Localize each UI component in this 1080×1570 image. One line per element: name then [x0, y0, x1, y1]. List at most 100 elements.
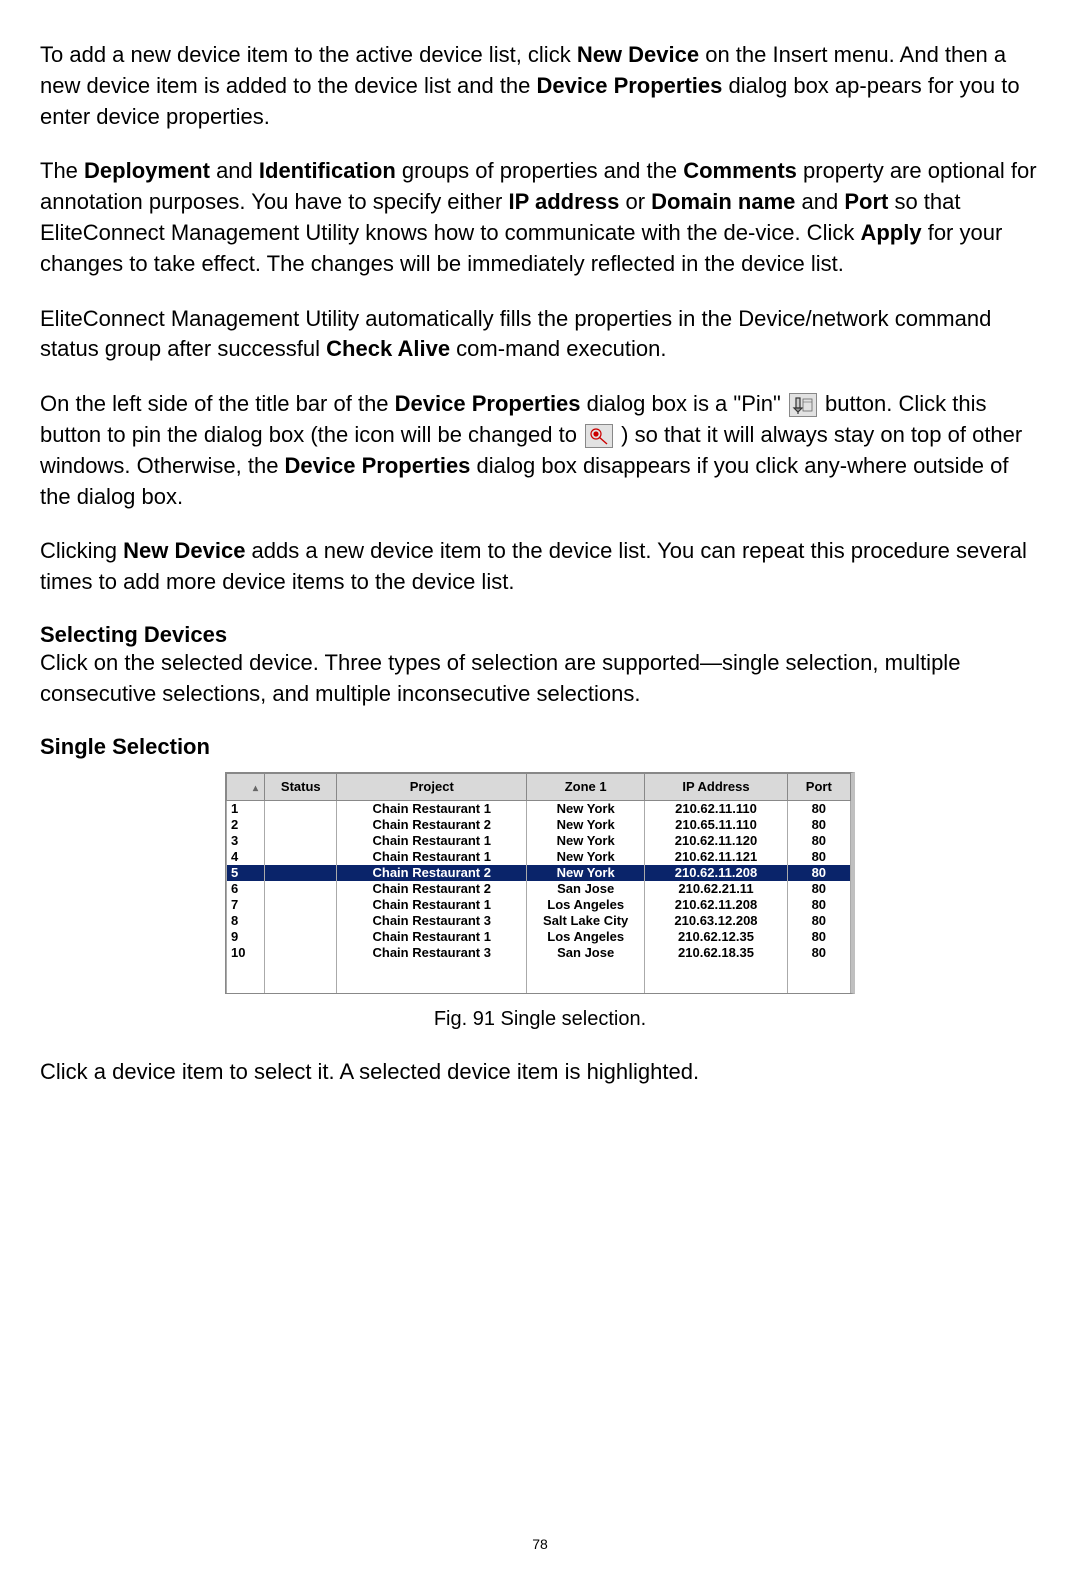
cell-port: 80: [787, 800, 850, 817]
table-row[interactable]: 8Chain Restaurant 3Salt Lake City210.63.…: [227, 913, 851, 929]
table-row[interactable]: 4 Chain Restaurant 1New York210.62.11.121…: [227, 849, 851, 865]
col-status[interactable]: Status: [265, 773, 337, 800]
col-index[interactable]: ▴: [227, 773, 265, 800]
device-table[interactable]: ▴ Status Project Zone 1 IP Address Port …: [225, 772, 855, 994]
text: The: [40, 158, 84, 183]
cell-blank: [787, 977, 850, 993]
cell-port: 80: [787, 881, 850, 897]
cell-zone: San Jose: [527, 945, 645, 961]
bold-device-properties: Device Properties: [537, 73, 723, 98]
bold-new-device-2: New Device: [123, 538, 245, 563]
paragraph-click-to-select: Click a device item to select it. A sele…: [40, 1057, 1040, 1088]
table-row[interactable]: 5Chain Restaurant 2New York210.62.11.208…: [227, 865, 851, 881]
cell-zone: New York: [527, 817, 645, 833]
cell-status: [265, 865, 337, 881]
cell-blank: [787, 961, 850, 977]
text: and: [795, 189, 844, 214]
cell-index: 6: [227, 881, 265, 897]
cell-status: [265, 913, 337, 929]
bold-new-device: New Device: [577, 42, 699, 67]
cell-ip: 210.62.11.121: [645, 849, 787, 865]
cell-zone: New York: [527, 833, 645, 849]
cell-ip: 210.62.11.208: [645, 897, 787, 913]
cell-ip: 210.62.11.120: [645, 833, 787, 849]
col-project[interactable]: Project: [337, 773, 527, 800]
cell-project: Chain Restaurant 2: [337, 817, 527, 833]
cell-port: 80: [787, 865, 850, 881]
bold-ip-address: IP address: [508, 189, 619, 214]
cell-index: 1: [227, 800, 265, 817]
cell-port: 80: [787, 849, 850, 865]
cell-port: 80: [787, 897, 850, 913]
cell-zone: Los Angeles: [527, 929, 645, 945]
col-ip-address[interactable]: IP Address: [645, 773, 787, 800]
pinned-icon: [585, 424, 613, 448]
cell-project: Chain Restaurant 1: [337, 849, 527, 865]
cell-port: 80: [787, 817, 850, 833]
table-row[interactable]: 2Chain Restaurant 2New York210.65.11.110…: [227, 817, 851, 833]
cell-index: 4: [227, 849, 265, 865]
cell-blank: [645, 977, 787, 993]
bold-device-properties-3: Device Properties: [285, 453, 471, 478]
text: dialog box is a "Pin": [581, 391, 787, 416]
cell-index: 9: [227, 929, 265, 945]
cell-port: 80: [787, 929, 850, 945]
table-row[interactable]: 10 Chain Restaurant 3San Jose210.62.18.35…: [227, 945, 851, 961]
cell-project: Chain Restaurant 3: [337, 945, 527, 961]
cell-ip: 210.62.11.208: [645, 865, 787, 881]
cell-zone: New York: [527, 849, 645, 865]
text: To add a new device item to the active d…: [40, 42, 577, 67]
bold-apply: Apply: [860, 220, 921, 245]
heading-selecting-devices: Selecting Devices: [40, 622, 1040, 648]
table-row[interactable]: 9Chain Restaurant 1Los Angeles210.62.12.…: [227, 929, 851, 945]
bold-port: Port: [844, 189, 888, 214]
cell-ip: 210.63.12.208: [645, 913, 787, 929]
text: or: [619, 189, 651, 214]
page-number: 78: [0, 1536, 1080, 1552]
cell-blank: [527, 977, 645, 993]
cell-blank: [227, 961, 265, 977]
cell-status: [265, 800, 337, 817]
cell-project: Chain Restaurant 1: [337, 800, 527, 817]
col-port[interactable]: Port: [787, 773, 850, 800]
cell-zone: New York: [527, 800, 645, 817]
cell-project: Chain Restaurant 2: [337, 865, 527, 881]
cell-index: 2: [227, 817, 265, 833]
bold-check-alive: Check Alive: [326, 336, 450, 361]
table-row[interactable]: 6Chain Restaurant 2San Jose210.62.21.118…: [227, 881, 851, 897]
bold-identification: Identification: [259, 158, 396, 183]
cell-index: 10: [227, 945, 265, 961]
cell-blank: [527, 961, 645, 977]
table-row-blank: [227, 977, 851, 993]
paragraph-selection-types: Click on the selected device. Three type…: [40, 648, 1040, 710]
paragraph-check-alive: EliteConnect Management Utility automati…: [40, 304, 1040, 366]
cell-ip: 210.62.12.35: [645, 929, 787, 945]
table-header-row[interactable]: ▴ Status Project Zone 1 IP Address Port: [227, 773, 851, 800]
bold-device-properties-2: Device Properties: [395, 391, 581, 416]
cell-zone: New York: [527, 865, 645, 881]
bold-deployment: Deployment: [84, 158, 210, 183]
cell-blank: [265, 977, 337, 993]
cell-project: Chain Restaurant 2: [337, 881, 527, 897]
cell-blank: [227, 977, 265, 993]
text: On the left side of the title bar of the: [40, 391, 395, 416]
cell-index: 8: [227, 913, 265, 929]
cell-ip: 210.62.18.35: [645, 945, 787, 961]
cell-port: 80: [787, 945, 850, 961]
cell-blank: [645, 961, 787, 977]
col-zone[interactable]: Zone 1: [527, 773, 645, 800]
cell-zone: Salt Lake City: [527, 913, 645, 929]
cell-status: [265, 897, 337, 913]
cell-status: [265, 881, 337, 897]
table-row[interactable]: 3Chain Restaurant 1New York210.62.11.120…: [227, 833, 851, 849]
figure-caption: Fig. 91 Single selection.: [40, 1008, 1040, 1031]
paragraph-add-device: To add a new device item to the active d…: [40, 40, 1040, 132]
table-row-blank: [227, 961, 851, 977]
cell-index: 7: [227, 897, 265, 913]
heading-single-selection: Single Selection: [40, 734, 1040, 760]
table-row[interactable]: 7Chain Restaurant 1Los Angeles210.62.11.…: [227, 897, 851, 913]
cell-port: 80: [787, 913, 850, 929]
text: groups of properties and the: [396, 158, 683, 183]
bold-domain-name: Domain name: [651, 189, 795, 214]
table-row[interactable]: 1Chain Restaurant 1New York210.62.11.110…: [227, 800, 851, 817]
